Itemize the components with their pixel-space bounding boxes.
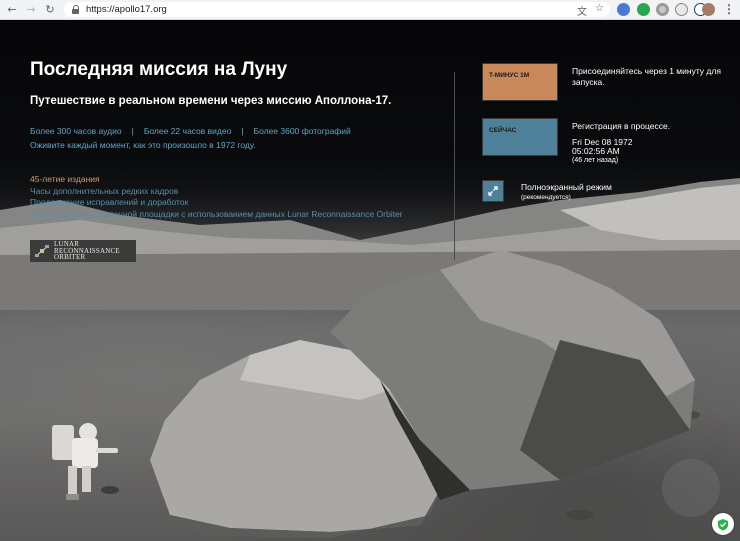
hero-background: Последняя миссия на Луну Путешествие в р…	[0, 20, 740, 541]
time-ago: (46 лет назад)	[572, 157, 619, 164]
page-title: Последняя миссия на Луну	[30, 59, 288, 80]
menu-icon[interactable]: ⋮	[723, 2, 735, 16]
now-button[interactable]: СЕЙЧАС	[482, 118, 558, 156]
back-icon[interactable]: ←	[5, 3, 19, 17]
fullscreen-button[interactable]	[482, 180, 504, 202]
link-landing-site-reconstruction[interactable]: Реконструкция посадочной площадки с испо…	[30, 209, 403, 221]
reload-icon[interactable]: ↻	[43, 3, 57, 17]
stat-audio: Более 300 часов аудио	[30, 126, 122, 136]
extension-circle-icon[interactable]	[656, 3, 669, 16]
stat-separator: |	[241, 126, 244, 136]
tminus-description: Присоединяйтесь через 1 минуту для запус…	[572, 66, 721, 87]
link-extra-footage[interactable]: Часы дополнительных редких кадров	[30, 186, 403, 198]
feature-links: 45-летие издания Часы дополнительных ред…	[30, 174, 403, 220]
tminus-label: T-МИНУС 1М	[489, 72, 530, 79]
satellite-icon	[35, 245, 49, 257]
fullscreen-recommended: (рекомендуется)	[521, 194, 571, 201]
expand-icon	[488, 186, 498, 196]
address-bar[interactable]: https://apollo17.org 文 ☆	[64, 2, 610, 18]
shield-check-icon[interactable]	[712, 513, 734, 535]
url-text: https://apollo17.org	[86, 4, 167, 15]
forward-icon[interactable]: →	[24, 3, 38, 17]
mission-datetime: Fri Dec 08 1972 05:02:56 AM (46 лет наза…	[572, 138, 632, 165]
relive-text: Оживите каждый момент, как это произошло…	[30, 140, 256, 150]
bookmark-star-icon[interactable]: ☆	[595, 3, 604, 18]
stat-photos: Более 3600 фотографий	[253, 126, 351, 136]
stat-video: Более 22 часов видео	[143, 126, 232, 136]
browser-toolbar: ← → ↻ https://apollo17.org 文 ☆ ⋮	[0, 0, 740, 20]
translate-icon[interactable]: 文	[577, 3, 587, 18]
mission-time: 05:02:56 AM	[572, 146, 620, 156]
page-subtitle: Путешествие в реальном времени через мис…	[30, 95, 392, 107]
now-description: Регистрация в процессе.	[572, 121, 671, 131]
profile-avatar[interactable]	[702, 3, 715, 16]
stat-separator: |	[131, 126, 134, 136]
watermark-logo	[662, 459, 720, 517]
vertical-divider	[454, 72, 455, 260]
tminus-button[interactable]: T-МИНУС 1М	[482, 63, 558, 101]
media-stats: Более 300 часов аудио | Более 22 часов в…	[30, 126, 351, 136]
extension-translate-icon[interactable]	[617, 3, 630, 16]
lock-icon	[72, 5, 80, 14]
now-label: СЕЙЧАС	[489, 127, 517, 134]
extension-evernote-icon[interactable]	[637, 3, 650, 16]
extension-cast-icon[interactable]	[675, 3, 688, 16]
lro-logo-line3: ORBITER	[54, 253, 86, 262]
lro-logo[interactable]: LUNAR RECONNAISSANCE ORBITER	[30, 240, 136, 262]
link-anniversary-edition[interactable]: 45-летие издания	[30, 174, 403, 186]
fullscreen-label: Полноэкранный режим	[521, 182, 612, 192]
link-corrections[interactable]: Продолжение исправлений и доработок	[30, 197, 403, 209]
